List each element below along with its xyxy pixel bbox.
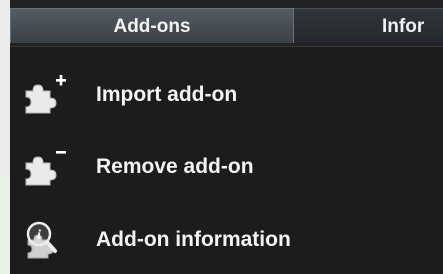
left-window-edge: [0, 0, 10, 274]
import-add-on-label: Import add-on: [96, 83, 238, 106]
puzzle-minus-icon: [22, 147, 68, 187]
tab-add-ons[interactable]: Add-ons: [10, 8, 294, 43]
svg-text:i: i: [37, 228, 41, 243]
import-add-on-item[interactable]: Import add-on: [10, 65, 443, 125]
remove-add-on-item[interactable]: Remove add-on: [10, 137, 443, 197]
left-window-edge-highlight: [0, 178, 10, 274]
remove-add-on-label: Remove add-on: [96, 155, 254, 178]
add-on-information-label: Add-on information: [96, 228, 291, 251]
puzzle-info-magnifier-icon: i: [22, 220, 68, 260]
tab-information[interactable]: Infor: [294, 8, 443, 43]
add-on-information-item[interactable]: i Add-on information: [10, 210, 443, 270]
add-ons-menu: Import add-on Remove add-on i Add-on inf…: [10, 47, 443, 274]
puzzle-plus-icon: [22, 75, 68, 115]
tab-bar: Add-ons Infor: [10, 0, 443, 47]
